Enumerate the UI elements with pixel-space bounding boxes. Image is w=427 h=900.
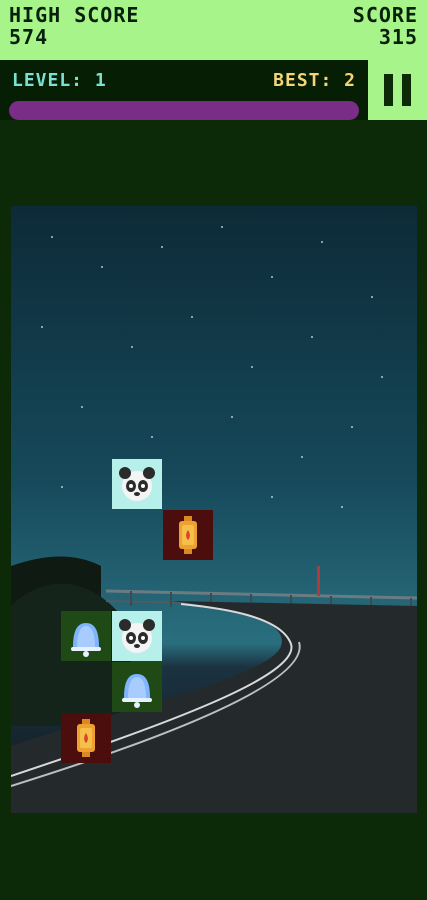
bell-icon bbox=[122, 674, 152, 708]
score-block: SCORE 315 bbox=[353, 4, 418, 48]
lantern-icon bbox=[179, 516, 197, 554]
bell-icon bbox=[71, 623, 101, 657]
game-board[interactable] bbox=[11, 206, 417, 813]
best-indicator: BEST: 2 bbox=[273, 70, 356, 91]
tile-lantern[interactable] bbox=[163, 510, 213, 560]
tile-bell[interactable] bbox=[61, 611, 111, 661]
tile-panda[interactable] bbox=[112, 459, 162, 509]
high-score-value: 574 bbox=[9, 25, 49, 49]
pause-button[interactable] bbox=[368, 60, 427, 120]
tile-lantern[interactable] bbox=[61, 713, 111, 763]
high-score-block: HIGH SCORE 574 bbox=[9, 4, 139, 48]
panda-icon bbox=[119, 467, 155, 501]
game-screen: HIGH SCORE 574 SCORE 315 LEVEL: 1 BEST: … bbox=[0, 0, 427, 900]
score-value: 315 bbox=[378, 25, 418, 49]
score-bar: HIGH SCORE 574 SCORE 315 bbox=[0, 0, 427, 60]
tile-bell[interactable] bbox=[112, 662, 162, 712]
level-progress-bar bbox=[9, 101, 359, 120]
tile-panda[interactable] bbox=[112, 611, 162, 661]
panda-icon bbox=[119, 619, 155, 653]
score-label: SCORE bbox=[352, 3, 418, 27]
level-indicator: LEVEL: 1 bbox=[12, 70, 107, 91]
lantern-icon bbox=[77, 719, 95, 757]
high-score-label: HIGH SCORE bbox=[9, 3, 140, 27]
